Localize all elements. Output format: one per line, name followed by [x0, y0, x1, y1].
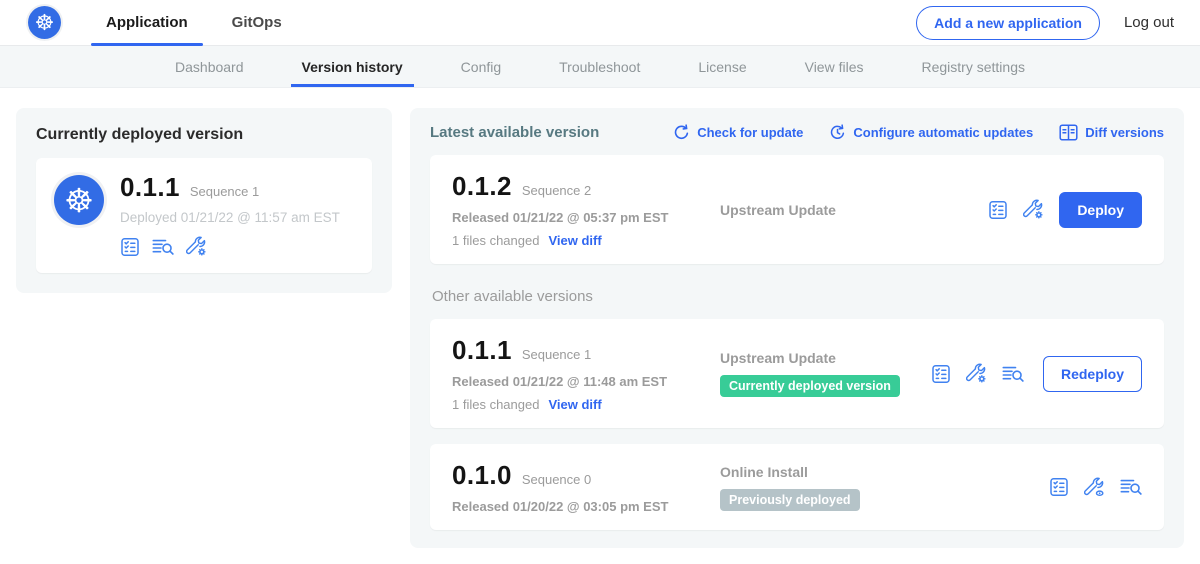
check-for-update-label: Check for update: [697, 125, 803, 140]
version-number: 0.1.2: [452, 171, 512, 202]
view-diff-link[interactable]: View diff: [548, 233, 601, 248]
app-kubernetes-icon: ☸: [54, 175, 104, 225]
diff-versions-label: Diff versions: [1085, 125, 1164, 140]
header-right: Add a new application Log out: [916, 6, 1174, 40]
version-info: 0.1.0 Sequence 0 Released 01/20/22 @ 03:…: [452, 460, 720, 514]
released-timestamp: Released 01/21/22 @ 11:48 am EST: [452, 374, 720, 389]
tab-gitops-label: GitOps: [232, 14, 282, 31]
other-available-versions-title: Other available versions: [432, 288, 1162, 305]
refresh-icon: [673, 124, 690, 141]
currently-deployed-badge: Currently deployed version: [720, 375, 900, 397]
currently-deployed-panel: Currently deployed version ☸ 0.1.1 Seque…: [16, 108, 392, 293]
configure-automatic-updates-label: Configure automatic updates: [853, 125, 1033, 140]
helm-wheel-glyph: ☸: [64, 184, 94, 217]
subnav-tab-dashboard[interactable]: Dashboard: [146, 46, 273, 87]
deploy-button[interactable]: Deploy: [1059, 192, 1142, 228]
diff-icon: [1059, 124, 1078, 141]
current-version-info: 0.1.1 Sequence 1 Deployed 01/21/22 @ 11:…: [120, 172, 340, 257]
logout-link[interactable]: Log out: [1124, 14, 1174, 31]
version-info: 0.1.2 Sequence 2 Released 01/21/22 @ 05:…: [452, 171, 720, 248]
version-number: 0.1.1: [452, 335, 512, 366]
edit-config-icon[interactable]: [186, 236, 207, 257]
files-changed-label: 1 files changed: [452, 233, 539, 248]
subnav-tab-config[interactable]: Config: [432, 46, 530, 87]
subnav-tab-troubleshoot[interactable]: Troubleshoot: [530, 46, 669, 87]
release-notes-icon[interactable]: [1049, 477, 1069, 497]
edit-config-icon[interactable]: [966, 363, 987, 384]
release-notes-icon[interactable]: [931, 364, 951, 384]
panel-header: Latest available version Check for updat…: [430, 124, 1164, 141]
deploy-logs-icon[interactable]: [152, 237, 174, 257]
app-subnav: Dashboard Version history Config Trouble…: [0, 46, 1200, 88]
app-header: ☸ Application GitOps Add a new applicati…: [0, 0, 1200, 46]
version-source: Online Install Previously deployed: [720, 464, 1049, 511]
sequence-label: Sequence 2: [522, 183, 591, 198]
version-row-0-1-1: 0.1.1 Sequence 1 Released 01/21/22 @ 11:…: [430, 319, 1164, 428]
sequence-label: Sequence 0: [522, 472, 591, 487]
released-timestamp: Released 01/21/22 @ 05:37 pm EST: [452, 210, 720, 225]
version-history-panel: Latest available version Check for updat…: [410, 108, 1184, 548]
subnav-tab-registry-settings[interactable]: Registry settings: [893, 46, 1054, 87]
deploy-logs-icon[interactable]: [1120, 477, 1142, 497]
version-actions: Redeploy: [931, 356, 1142, 392]
version-source: Upstream Update: [720, 202, 988, 218]
released-timestamp: Released 01/20/22 @ 03:05 pm EST: [452, 499, 720, 514]
deploy-logs-icon[interactable]: [1002, 364, 1024, 384]
sequence-label: Sequence 1: [522, 347, 591, 362]
version-number: 0.1.0: [452, 460, 512, 491]
current-version-actions: [120, 236, 340, 257]
current-deployed-timestamp: Deployed 01/21/22 @ 11:57 am EST: [120, 210, 340, 225]
previously-deployed-badge: Previously deployed: [720, 489, 860, 511]
edit-config-icon[interactable]: [1023, 199, 1044, 220]
tab-application[interactable]: Application: [91, 0, 203, 45]
tab-gitops[interactable]: GitOps: [217, 0, 297, 45]
current-version-number: 0.1.1: [120, 172, 180, 203]
diff-versions-link[interactable]: Diff versions: [1059, 124, 1164, 141]
auto-update-icon: [829, 124, 846, 141]
version-source: Upstream Update Currently deployed versi…: [720, 350, 931, 397]
redeploy-button[interactable]: Redeploy: [1043, 356, 1142, 392]
current-sequence-label: Sequence 1: [190, 184, 259, 199]
check-for-update-link[interactable]: Check for update: [673, 124, 803, 141]
version-actions: Deploy: [988, 192, 1142, 228]
currently-deployed-title: Currently deployed version: [36, 126, 372, 144]
source-label: Upstream Update: [720, 350, 931, 366]
version-row-0-1-0: 0.1.0 Sequence 0 Released 01/20/22 @ 03:…: [430, 444, 1164, 530]
helm-wheel-glyph: ☸: [35, 12, 55, 34]
files-changed-label: 1 files changed: [452, 397, 539, 412]
current-version-card: ☸ 0.1.1 Sequence 1 Deployed 01/21/22 @ 1…: [36, 158, 372, 273]
source-label: Upstream Update: [720, 202, 988, 218]
app-tabs: Application GitOps: [91, 0, 311, 45]
subnav-tab-view-files[interactable]: View files: [776, 46, 893, 87]
tab-application-label: Application: [106, 14, 188, 31]
version-row-0-1-2: 0.1.2 Sequence 2 Released 01/21/22 @ 05:…: [430, 155, 1164, 264]
subnav-tab-version-history[interactable]: Version history: [273, 46, 432, 87]
configure-automatic-updates-link[interactable]: Configure automatic updates: [829, 124, 1033, 141]
version-actions: [1049, 477, 1142, 498]
release-notes-icon[interactable]: [988, 200, 1008, 220]
main-content: Currently deployed version ☸ 0.1.1 Seque…: [0, 88, 1200, 548]
latest-available-title: Latest available version: [430, 124, 599, 141]
release-notes-icon[interactable]: [120, 237, 140, 257]
add-application-button[interactable]: Add a new application: [916, 6, 1100, 40]
version-info: 0.1.1 Sequence 1 Released 01/21/22 @ 11:…: [452, 335, 720, 412]
kubernetes-logo-icon: ☸: [28, 6, 61, 39]
panel-actions: Check for update Configure automatic upd…: [673, 124, 1164, 141]
view-diff-link[interactable]: View diff: [548, 397, 601, 412]
subnav-tab-license[interactable]: License: [669, 46, 775, 87]
source-label: Online Install: [720, 464, 1049, 480]
view-config-icon[interactable]: [1084, 477, 1105, 498]
